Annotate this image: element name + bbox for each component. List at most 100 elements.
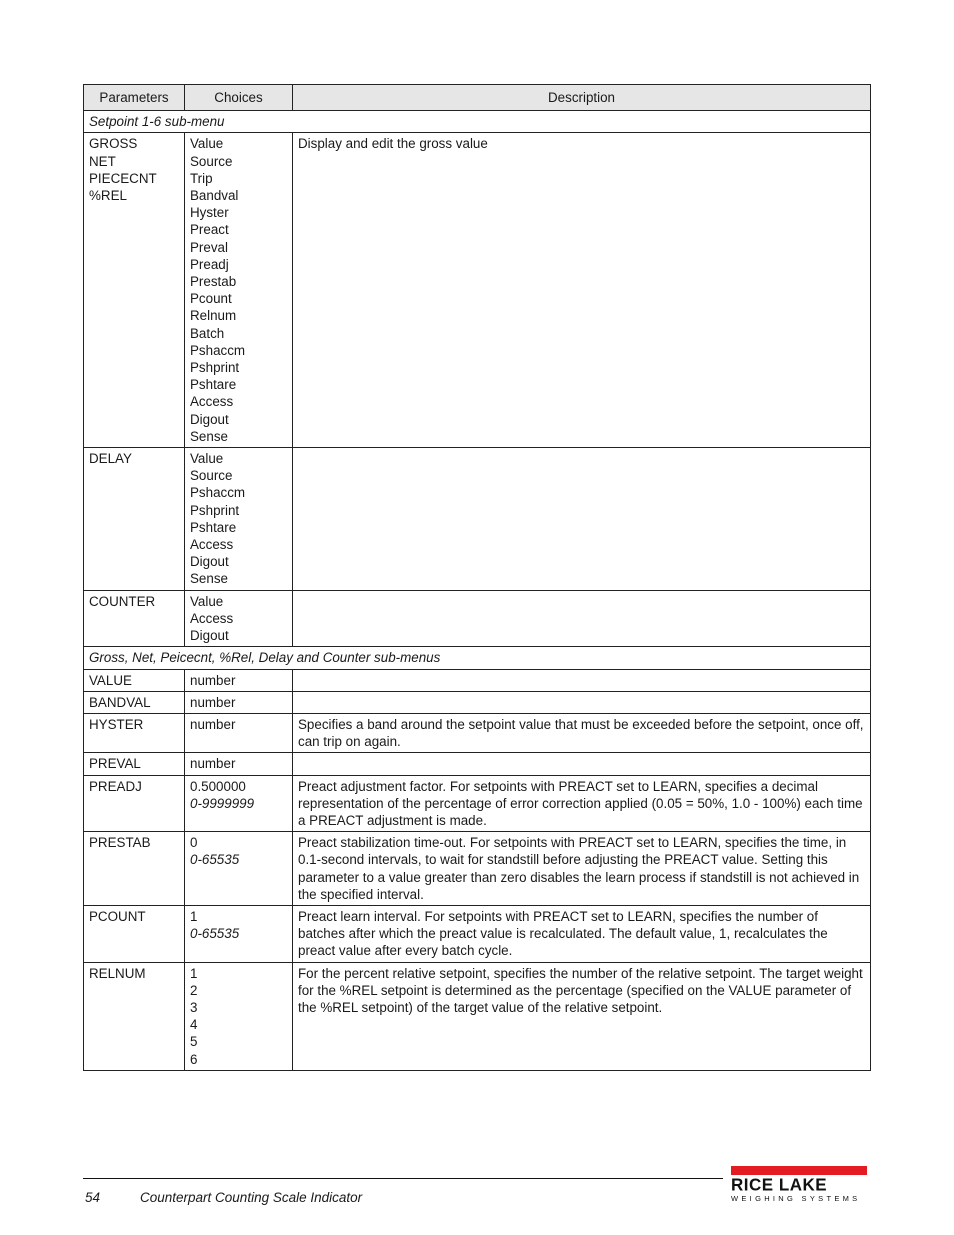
choice-item: Digout — [190, 554, 229, 570]
choice-item: Pcount — [190, 291, 232, 307]
description-cell — [292, 668, 871, 692]
choice-item: Digout — [190, 411, 229, 427]
choice-item: Access — [190, 394, 234, 410]
description-cell: Preact adjustment factor. For setpoints … — [292, 774, 871, 833]
choice-item: Pshaccm — [190, 485, 246, 501]
choices-cell: 0 0-65535 — [184, 831, 293, 906]
parameter-name: BANDVAL — [89, 694, 151, 710]
table-row: PREVAL number — [83, 752, 871, 776]
parameter-name: PREADJ — [89, 778, 142, 794]
choice-range: 0-65535 — [190, 926, 240, 942]
rice-lake-logo: RICE LAKE WEIGHING SYSTEMS — [731, 1166, 867, 1203]
parameter-name: GROSS — [89, 136, 138, 152]
choices-cell: 1 0-65535 — [184, 904, 293, 963]
table-row: PRESTAB 0 0-65535 Preact stabilization time… — [83, 831, 871, 906]
parameter-name: PIECECNT — [89, 170, 157, 186]
choice-item: Value — [190, 451, 224, 467]
choice-item: Pshtare — [190, 519, 237, 535]
description-cell: Specifies a band around the setpoint val… — [292, 712, 871, 754]
choices-cell: 123 456 — [184, 961, 293, 1071]
description-cell: Display and edit the gross value — [292, 132, 871, 449]
parameter-cell: VALUE — [83, 668, 185, 692]
choice-item: Value — [190, 593, 224, 609]
description-cell: Preact learn interval. For setpoints wit… — [292, 904, 871, 963]
table-row: VALUE number — [83, 668, 871, 692]
parameter-cell: RELNUM — [83, 961, 185, 1071]
parameter-cell: PREADJ — [83, 774, 185, 833]
header-choices: Choices — [184, 83, 293, 112]
choice-range: 0-65535 — [190, 852, 240, 868]
choice-item: 2 — [190, 982, 198, 998]
logo-tagline: WEIGHING SYSTEMS — [731, 1194, 861, 1203]
choice-item: number — [190, 716, 236, 732]
choice-item: number — [190, 672, 236, 688]
table-row: BANDVAL number — [83, 690, 871, 714]
choice-item: Access — [190, 537, 234, 553]
choice-item: Preadj — [190, 256, 229, 272]
choices-cell: Value Access Digout — [184, 589, 293, 648]
description-cell — [292, 589, 871, 648]
choices-cell: number — [184, 712, 293, 754]
parameter-cell: PRESTAB — [83, 831, 185, 906]
parameter-name: %REL — [89, 188, 127, 204]
choice-item: Digout — [190, 628, 229, 644]
parameter-cell: PCOUNT — [83, 904, 185, 963]
document-title: Counterpart Counting Scale Indicator — [140, 1190, 363, 1205]
table-row: DELAY Value Source Pshaccm Pshprint Pshtare Ac… — [83, 447, 871, 591]
header-parameters: Parameters — [83, 83, 185, 112]
table-row: GROSS NET PIECECNT %REL Value Source Trip Bandv… — [83, 132, 871, 449]
choice-item: 4 — [190, 1017, 198, 1033]
parameter-name: DELAY — [89, 451, 132, 467]
choice-range: 0-9999999 — [190, 795, 255, 811]
section-row: Gross, Net, Peicecnt, %Rel, Delay and Co… — [83, 646, 871, 670]
description-cell — [292, 752, 871, 776]
choice-item: Pshaccm — [190, 342, 246, 358]
choice-item: Preact — [190, 222, 229, 238]
description-cell: For the percent relative setpoint, speci… — [292, 961, 871, 1071]
choice-item: Pshtare — [190, 377, 237, 393]
table-row: PREADJ 0.500000 0-9999999 Preact adjustment… — [83, 774, 871, 833]
choices-cell: Value Source Pshaccm Pshprint Pshtare Access D… — [184, 447, 293, 591]
parameter-cell: DELAY — [83, 447, 185, 591]
choice-item: Trip — [190, 170, 213, 186]
choice-item: 0 — [190, 835, 198, 851]
choices-cell: number — [184, 668, 293, 692]
description-cell — [292, 447, 871, 591]
choice-item: 6 — [190, 1051, 198, 1067]
choice-item: Prestab — [190, 274, 237, 290]
table-row: PCOUNT 1 0-65535 Preact learn interval. For… — [83, 904, 871, 963]
choice-item: Source — [190, 468, 233, 484]
choice-item: Access — [190, 610, 234, 626]
table-header-row: Parameters Choices Description — [83, 83, 871, 112]
choice-item: Pshprint — [190, 360, 240, 376]
description-cell — [292, 690, 871, 714]
choices-cell: Value Source Trip Bandval Hyster Preact Preval… — [184, 132, 293, 449]
choice-item: Relnum — [190, 308, 237, 324]
parameter-name: NET — [89, 153, 116, 169]
parameter-name: COUNTER — [89, 593, 156, 609]
parameter-name: HYSTER — [89, 716, 144, 732]
choice-item: 0.500000 — [190, 778, 246, 794]
choice-item: number — [190, 694, 236, 710]
choice-item: Bandval — [190, 188, 239, 204]
table-row: RELNUM 1 2 3 4 5 6 For the percent relative set… — [83, 961, 871, 1071]
logo-name: RICE LAKE — [731, 1174, 828, 1195]
header-description: Description — [292, 83, 871, 112]
parameter-name: PCOUNT — [89, 908, 146, 924]
choice-item: Value — [190, 136, 224, 152]
choices-cell: 0.500000 0-9999999 — [184, 774, 293, 833]
choice-item: Batch — [190, 325, 225, 341]
choice-item: 1 — [190, 908, 198, 924]
choice-item: number — [190, 756, 236, 772]
choices-cell: number — [184, 690, 293, 714]
choice-item: 5 — [190, 1034, 198, 1050]
section-title: Gross, Net, Peicecnt, %Rel, Delay and Co… — [83, 646, 871, 670]
choices-cell: number — [184, 752, 293, 776]
parameter-name: VALUE — [89, 672, 132, 688]
footer-rule — [83, 1178, 723, 1179]
table-body: Setpoint 1-6 sub-menu GROSS NET PIECECNT %RE… — [83, 110, 871, 1071]
table-row: COUNTER Value Access Digout — [83, 589, 871, 648]
parameter-name: RELNUM — [89, 965, 146, 981]
parameter-name: PREVAL — [89, 756, 141, 772]
section-title: Setpoint 1-6 sub-menu — [83, 110, 871, 134]
